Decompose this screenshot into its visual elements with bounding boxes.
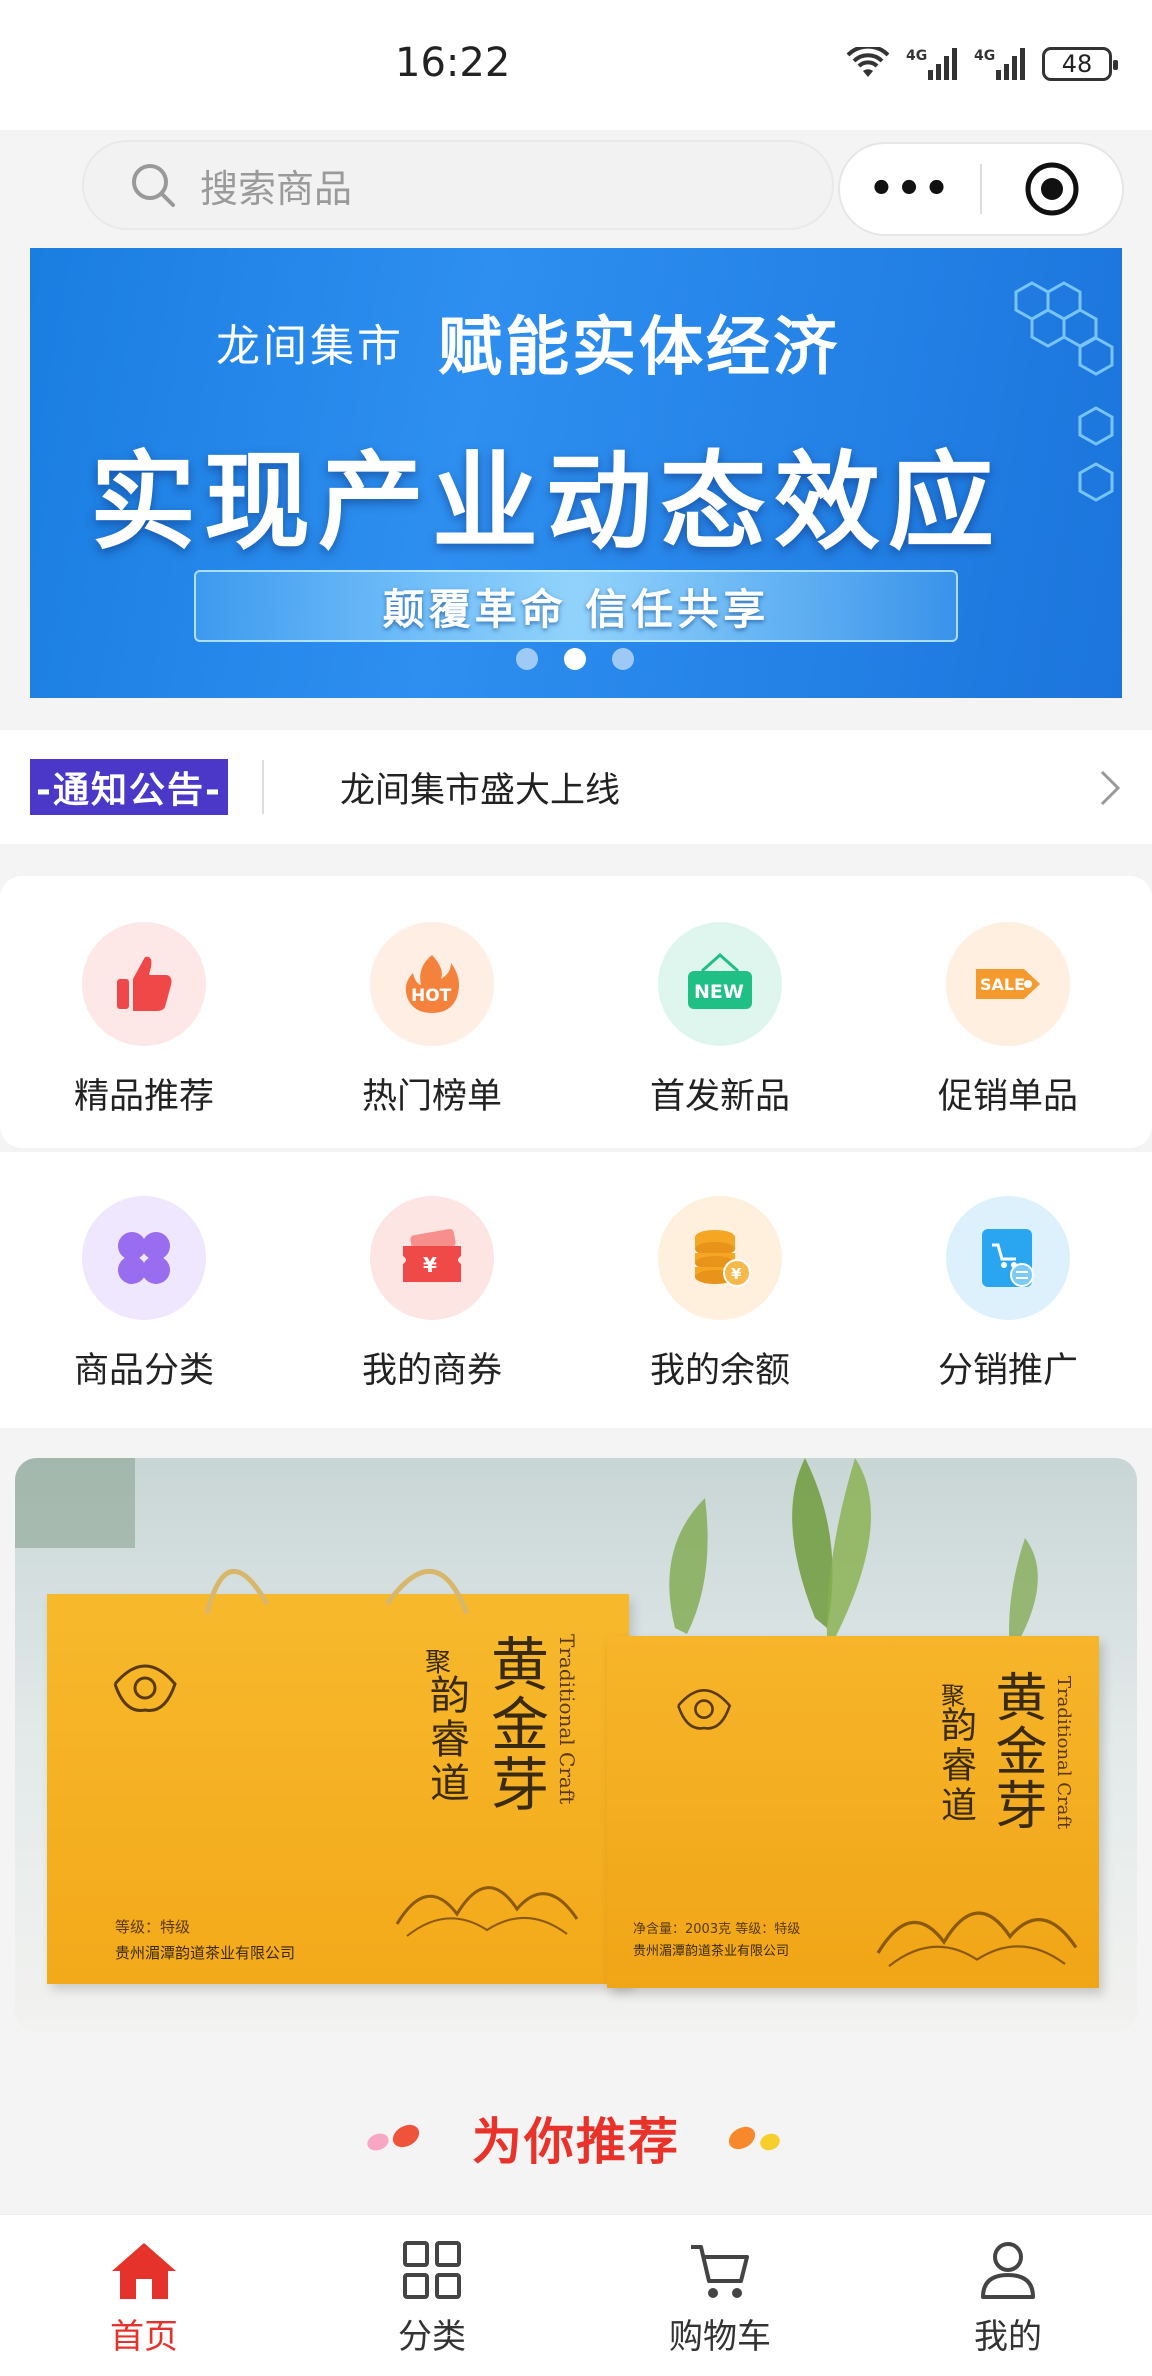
home-icon	[112, 2243, 176, 2299]
svg-text:¥: ¥	[423, 1253, 437, 1277]
tab-cart[interactable]: 购物车	[576, 2215, 864, 2376]
tab-category[interactable]: 分类	[288, 2215, 576, 2376]
more-menu-button[interactable]: •••	[840, 166, 980, 212]
category-clover-icon	[82, 1196, 206, 1320]
new-sign-icon: NEW	[658, 922, 782, 1046]
wifi-icon	[846, 47, 890, 77]
search-icon	[132, 164, 175, 207]
promo-banner-carousel[interactable]: 龙间集市 赋能实体经济 实现产业动态效应 颠覆革命 信任共享	[30, 248, 1122, 698]
box-craft-text: Traditional Craft	[1053, 1676, 1074, 1830]
chevron-right-icon	[1100, 770, 1121, 806]
bag-craft-text: Traditional Craft	[555, 1634, 579, 1805]
product-promo-banner[interactable]: 聚 韵睿道 黄金芽 Traditional Craft 等级：特级 贵州湄潭韵道…	[15, 1458, 1137, 2032]
search-input[interactable]: 搜索商品	[82, 140, 834, 230]
banner-headline-large: 实现产业动态效应	[90, 441, 1002, 564]
tea-gift-box: 聚 韵睿道 黄金芽 Traditional Craft 净含量：2003克 等级…	[607, 1636, 1099, 1988]
banner-brand: 龙间集市	[216, 321, 404, 372]
close-miniprogram-button[interactable]	[982, 161, 1122, 217]
svg-text:4G: 4G	[906, 48, 927, 64]
recommend-section-header: 为你推荐	[0, 2060, 1152, 2216]
tab-profile-label: 我的	[974, 2317, 1042, 2357]
search-placeholder: 搜索商品	[200, 166, 353, 211]
carousel-indicators	[516, 648, 634, 670]
bottom-tab-bar: 首页 分类 购物车 我的	[0, 2214, 1152, 2376]
wave-pattern-icon	[395, 1886, 579, 1937]
grid-item-label: 热门榜单	[361, 1077, 502, 1117]
bag-company: 贵州湄潭韵道茶业有限公司	[115, 1944, 296, 1962]
notice-bar[interactable]: -通知公告- 龙间集市盛大上线	[0, 730, 1152, 844]
grid-item-label: 分销推广	[937, 1351, 1078, 1391]
coupon-icon: ¥	[370, 1196, 494, 1320]
tea-gift-bag: 聚 韵睿道 黄金芽 Traditional Craft 等级：特级 贵州湄潭韵道…	[47, 1569, 629, 1984]
brand-logo-icon	[113, 1664, 177, 1712]
banner-headline-small: 赋能实体经济	[438, 311, 840, 385]
grid-item-coupon[interactable]: ¥ 我的商券	[288, 1152, 576, 1428]
box-product-name: 黄金芽	[986, 1670, 1046, 1832]
grid-item-label: 首发新品	[649, 1077, 790, 1117]
decor-dots-left-icon	[367, 2124, 420, 2151]
cart-icon	[691, 2245, 749, 2298]
notice-text: 龙间集市盛大上线	[340, 770, 621, 811]
box-net-weight: 净含量：2003克 等级：特级	[633, 1922, 801, 1937]
grid-item-label: 促销单品	[937, 1077, 1078, 1117]
grid-item-distribution[interactable]: 分销推广	[864, 1152, 1152, 1428]
grid-item-new[interactable]: NEW 首发新品	[576, 876, 864, 1148]
bag-grade: 等级：特级	[115, 1918, 191, 1936]
bag-handle-icon	[204, 1569, 470, 1614]
status-time: 16:22	[395, 40, 511, 86]
svg-text:NEW: NEW	[694, 981, 744, 1003]
grid-icon	[403, 2241, 461, 2299]
svg-text:HOT: HOT	[411, 986, 452, 1006]
user-icon	[981, 2242, 1035, 2299]
grid-item-category[interactable]: 商品分类	[0, 1152, 288, 1428]
wave-pattern-icon	[876, 1911, 1078, 1968]
tab-profile[interactable]: 我的	[864, 2215, 1152, 2376]
feature-grid-row2: 商品分类 ¥ 我的商券 ¥ 我的余额 分销推广	[0, 1152, 1152, 1428]
signal-4g-icon: 4G	[906, 48, 957, 80]
bag-brand-name: 韵睿道	[423, 1674, 469, 1806]
grid-item-label: 精品推荐	[73, 1077, 214, 1117]
grid-item-featured[interactable]: 精品推荐	[0, 876, 288, 1148]
coin-stack-icon: ¥	[658, 1196, 782, 1320]
grid-item-label: 我的余额	[649, 1351, 790, 1391]
notice-divider	[262, 760, 264, 814]
signal-4g-icon-2: 4G	[974, 48, 1025, 80]
carousel-dot-active[interactable]	[564, 648, 586, 670]
status-indicators: 4G 4G 48	[846, 46, 1118, 82]
tab-home[interactable]: 首页	[0, 2215, 288, 2376]
target-circle-icon	[1025, 162, 1079, 216]
box-brand-name: 韵睿道	[935, 1706, 976, 1826]
box-company: 贵州湄潭韵道茶业有限公司	[633, 1944, 790, 1959]
grid-item-hot[interactable]: HOT 热门榜单	[288, 876, 576, 1148]
svg-text:SALE: SALE	[980, 975, 1025, 994]
tab-category-label: 分类	[398, 2317, 466, 2357]
feature-grid-row1: 精品推荐 HOT 热门榜单 NEW 首发新品 SALE 促销单品	[0, 876, 1152, 1148]
decor-dots-right-icon	[728, 2126, 780, 2151]
grid-item-sale[interactable]: SALE 促销单品	[864, 876, 1152, 1148]
tab-cart-label: 购物车	[669, 2317, 771, 2357]
brand-logo-icon	[677, 1689, 732, 1730]
banner-slogan-pill: 颠覆革命 信任共享	[194, 570, 958, 642]
thumbs-up-icon	[82, 922, 206, 1046]
hexagon-decoration	[1014, 281, 1114, 502]
grid-item-label: 商品分类	[73, 1351, 214, 1391]
battery-indicator: 48	[1042, 47, 1118, 81]
tab-home-label: 首页	[110, 2317, 178, 2357]
svg-text:¥: ¥	[731, 1265, 742, 1283]
grid-item-balance[interactable]: ¥ 我的余额	[576, 1152, 864, 1428]
notice-tag: -通知公告-	[30, 759, 228, 815]
app-page: 16:22 4G 4G 48 搜索商品 ••• 龙间集市 赋能实体经济 实现产业…	[0, 0, 1152, 2376]
status-bar: 16:22 4G 4G 48	[0, 0, 1152, 130]
grid-item-label: 我的商券	[361, 1351, 502, 1391]
distribution-icon	[946, 1196, 1070, 1320]
sale-tag-icon: SALE	[946, 922, 1070, 1046]
carousel-dot[interactable]	[612, 648, 634, 670]
miniprogram-capsule: •••	[838, 142, 1124, 236]
recommend-title: 为你推荐	[472, 2113, 680, 2171]
banner-slogan: 颠覆革命 信任共享	[382, 584, 770, 634]
bag-product-name: 黄金芽	[481, 1634, 549, 1814]
hot-fire-icon: HOT	[370, 922, 494, 1046]
carousel-dot[interactable]	[516, 648, 538, 670]
svg-text:4G: 4G	[974, 48, 995, 64]
